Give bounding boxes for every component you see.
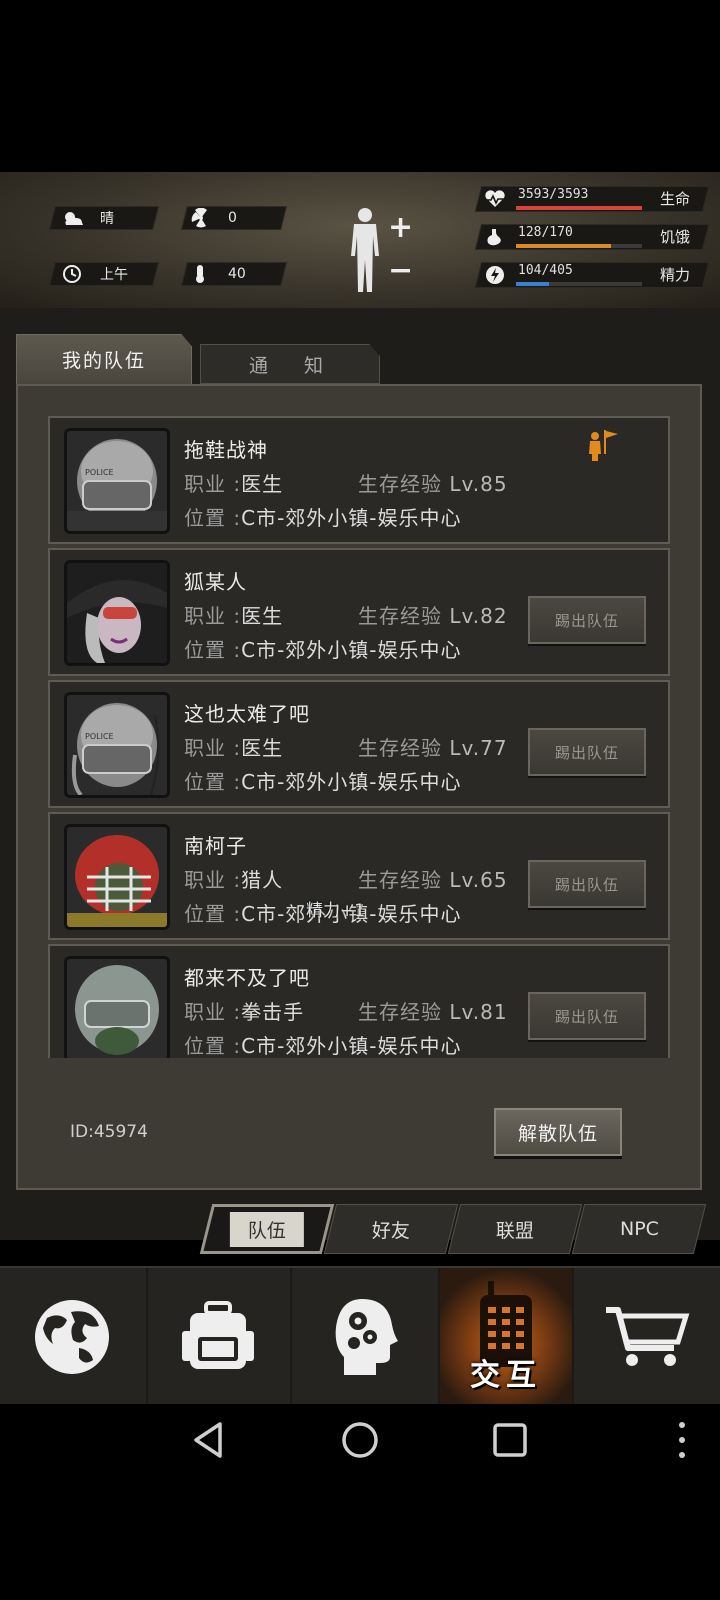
member-job: 职业 :医生 <box>184 604 284 628</box>
head-gear-icon <box>335 1299 398 1375</box>
globe-icon <box>35 1300 109 1374</box>
member-row[interactable]: POLICE 这也太难了吧 职业 :医生 生存经验 Lv.77 位置 :C市-郊… <box>48 680 670 808</box>
kick-button[interactable]: 踢出队伍 <box>528 992 646 1040</box>
member-name: 这也太难了吧 <box>184 702 310 726</box>
member-location: 位置 :C市-郊外小镇-娱乐中心 <box>184 638 462 662</box>
kick-button[interactable]: 踢出队伍 <box>528 860 646 908</box>
subtab-npc[interactable]: NPC <box>571 1204 707 1254</box>
member-exp: 生存经验 Lv.81 <box>358 1000 508 1024</box>
stomach-icon <box>487 229 501 246</box>
energy-label: 精力 <box>659 266 690 284</box>
member-name: 狐某人 <box>184 570 247 594</box>
nav-shop[interactable] <box>574 1268 720 1406</box>
member-job: 职业 :猎人 <box>184 868 284 892</box>
leader-flag-icon <box>589 430 618 461</box>
health-label: 生命 <box>659 190 690 208</box>
time-chip: 上午 <box>60 262 128 286</box>
member-list[interactable]: POLICE 拖鞋战神 职业 :医生 生存经验 Lv.85 位置 :C市-郊外小… <box>48 416 670 1058</box>
subtab-friends-label: 好友 <box>371 1219 410 1242</box>
subtab-alliance[interactable]: 联盟 <box>447 1204 583 1254</box>
clock-icon <box>63 265 81 283</box>
minus-icon[interactable]: − <box>388 256 413 286</box>
member-exp: 生存经验 Lv.82 <box>358 604 508 628</box>
kick-button[interactable]: 踢出队伍 <box>528 728 646 776</box>
tab-notice[interactable]: 通 知 <box>200 344 380 384</box>
home-icon[interactable] <box>340 1420 380 1460</box>
social-subtabs: 队伍 好友 联盟 NPC <box>196 1204 710 1254</box>
plus-icon[interactable]: + <box>388 213 413 243</box>
hunger-value: 128/170 <box>518 225 573 240</box>
member-name: 南柯子 <box>184 834 247 858</box>
member-job: 职业 :拳击手 <box>184 1000 305 1024</box>
tab-notice-label: 通 知 <box>248 354 332 377</box>
energy-stat: 104/405 精力 <box>474 262 710 288</box>
temperature-value: 40 <box>228 266 246 282</box>
time-value: 上午 <box>100 267 128 283</box>
energy-value: 104/405 <box>518 263 573 278</box>
avatar <box>64 956 170 1058</box>
top-bar <box>0 0 720 172</box>
radiation-chip: 0 <box>188 206 237 230</box>
hunger-stat: 128/170 饥饿 <box>474 224 710 250</box>
health-value: 3593/3593 <box>518 187 589 202</box>
radiation-icon <box>191 208 207 228</box>
member-job: 职业 :医生 <box>184 472 284 496</box>
svg-text:POLICE: POLICE <box>85 732 114 741</box>
svg-text:POLICE: POLICE <box>85 468 114 477</box>
health-stat: 3593/3593 生命 <box>474 186 710 212</box>
member-name: 拖鞋战神 <box>184 438 268 462</box>
member-location: 位置 :C市-郊外小镇-娱乐中心 <box>184 506 462 530</box>
subtab-npc-label: NPC <box>619 1218 659 1240</box>
avatar <box>64 824 170 930</box>
member-row[interactable]: 都来不及了吧 职业 :拳击手 生存经验 Lv.81 位置 :C市-郊外小镇-娱乐… <box>48 944 670 1058</box>
kick-button[interactable]: 踢出队伍 <box>528 596 646 644</box>
recents-icon[interactable] <box>492 1422 528 1458</box>
member-location: 位置 :C市-郊外小镇-娱乐中心 <box>184 770 462 794</box>
member-exp: 生存经验 Lv.65 <box>358 868 508 892</box>
member-name: 都来不及了吧 <box>184 966 310 990</box>
cart-icon <box>606 1307 690 1366</box>
nav-interact[interactable]: 交互 <box>440 1268 572 1406</box>
more-icon[interactable] <box>676 1420 688 1460</box>
nav-map[interactable] <box>0 1268 144 1406</box>
floating-energy-text: 精力+1 <box>306 901 366 921</box>
team-id: ID:45974 <box>70 1122 148 1142</box>
nav-skills[interactable] <box>292 1268 438 1406</box>
body-icon[interactable] <box>348 206 382 294</box>
disband-team-button[interactable]: 解散队伍 <box>494 1108 622 1156</box>
thermometer-icon <box>196 265 204 283</box>
backpack-icon <box>182 1301 254 1369</box>
tab-my-team-label: 我的队伍 <box>61 350 146 372</box>
subtab-friends[interactable]: 好友 <box>323 1204 459 1254</box>
member-row[interactable]: POLICE 拖鞋战神 职业 :医生 生存经验 Lv.85 位置 :C市-郊外小… <box>48 416 670 544</box>
subtab-team[interactable]: 队伍 <box>199 1204 335 1254</box>
hunger-label: 饥饿 <box>659 228 690 246</box>
weather-chip: 晴 <box>60 206 114 230</box>
avatar <box>64 560 170 666</box>
member-location: 位置 :C市-郊外小镇-娱乐中心 <box>184 1034 462 1058</box>
system-nav-bar <box>0 1404 720 1600</box>
back-icon[interactable] <box>190 1420 226 1460</box>
avatar: POLICE <box>64 428 170 534</box>
member-exp: 生存经验 Lv.85 <box>358 472 508 496</box>
nav-interact-label: 交互 <box>470 1358 542 1393</box>
radiation-value: 0 <box>228 210 237 226</box>
subtab-alliance-label: 联盟 <box>495 1219 534 1242</box>
member-exp: 生存经验 Lv.77 <box>358 736 508 760</box>
nav-backpack[interactable] <box>148 1268 288 1406</box>
bottom-nav: 交互 <box>0 1266 720 1406</box>
temp-chip: 40 <box>188 262 246 286</box>
member-row[interactable]: 狐某人 职业 :医生 生存经验 Lv.82 位置 :C市-郊外小镇-娱乐中心 踢… <box>48 548 670 676</box>
energy-icon <box>486 266 504 284</box>
weather-value: 晴 <box>100 211 114 227</box>
sun-cloud-icon <box>65 212 83 225</box>
heart-icon <box>485 190 505 207</box>
subtab-team-label: 队伍 <box>229 1211 304 1247</box>
tab-my-team[interactable]: 我的队伍 <box>16 334 192 384</box>
member-job: 职业 :医生 <box>184 736 284 760</box>
avatar: POLICE <box>64 692 170 798</box>
